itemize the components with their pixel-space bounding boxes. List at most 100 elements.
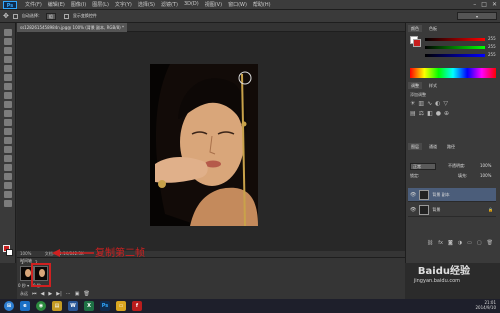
add-mask-icon[interactable]: ◙	[448, 240, 453, 248]
visibility-eye-icon[interactable]: 👁	[410, 207, 416, 213]
menu-edit[interactable]: 编辑(E)	[48, 1, 65, 8]
excel-icon[interactable]: X	[84, 301, 94, 311]
layer-row-selected[interactable]: 👁 背景 副本	[408, 188, 496, 202]
green-value[interactable]: 255	[488, 44, 496, 49]
vibrance-icon[interactable]: ▽	[443, 100, 448, 107]
menu-select[interactable]: 选择(S)	[138, 1, 155, 8]
tab-styles[interactable]: 样式	[426, 82, 440, 89]
zoom-level[interactable]: 100%	[20, 251, 31, 256]
tab-adjustments[interactable]: 调整	[408, 82, 422, 89]
maximize-icon[interactable]: □	[481, 1, 487, 8]
levels-icon[interactable]: ▥	[418, 100, 424, 107]
menu-help[interactable]: 帮助(H)	[253, 1, 271, 8]
eyedropper-tool-icon[interactable]	[4, 74, 12, 81]
menu-image[interactable]: 图像(I)	[71, 1, 86, 8]
pen-tool-icon[interactable]	[4, 155, 12, 162]
tab-swatches[interactable]: 色板	[426, 25, 440, 32]
channel-mixer-icon[interactable]: ⊕	[444, 110, 449, 117]
clone-stamp-tool-icon[interactable]	[4, 101, 12, 108]
new-adjustment-icon[interactable]: ◑	[458, 240, 462, 248]
explorer-icon[interactable]: ▤	[52, 301, 62, 311]
new-layer-icon[interactable]: ▢	[477, 240, 482, 248]
menu-filter[interactable]: 滤镜(T)	[161, 1, 178, 8]
layer-name[interactable]: 背景 副本	[432, 192, 449, 198]
delete-frame-icon[interactable]: 🗑	[84, 291, 90, 297]
tab-paths[interactable]: 路径	[444, 143, 458, 150]
color-swatch-fg[interactable]	[413, 39, 421, 47]
folder-icon[interactable]: ▭	[116, 301, 126, 311]
marquee-tool-icon[interactable]	[4, 38, 12, 45]
color-spectrum[interactable]	[410, 68, 496, 78]
workspace-switcher[interactable]: ▾	[457, 12, 497, 20]
menu-window[interactable]: 窗口(W)	[228, 1, 247, 8]
visibility-eye-icon[interactable]: 👁	[410, 192, 416, 198]
layer-row[interactable]: 👁 背景 🔒	[408, 203, 496, 217]
tab-channels[interactable]: 通道	[426, 143, 440, 150]
blur-tool-icon[interactable]	[4, 137, 12, 144]
menu-view[interactable]: 视图(V)	[205, 1, 222, 8]
green-slider[interactable]	[425, 46, 485, 49]
hand-tool-icon[interactable]	[4, 191, 12, 198]
delete-layer-icon[interactable]: 🗑	[487, 240, 493, 248]
new-group-icon[interactable]: ▭	[467, 240, 472, 248]
move-tool-icon[interactable]: ✥	[3, 12, 9, 20]
hue-saturation-icon[interactable]: ▤	[410, 110, 416, 117]
healing-brush-tool-icon[interactable]	[4, 83, 12, 90]
minimize-icon[interactable]: –	[473, 1, 476, 8]
auto-select-dropdown[interactable]: 组	[45, 12, 56, 20]
move-tool-icon[interactable]	[4, 29, 12, 36]
lasso-tool-icon[interactable]	[4, 47, 12, 54]
red-value[interactable]: 255	[488, 36, 496, 41]
blue-value[interactable]: 255	[488, 52, 496, 57]
color-balance-icon[interactable]: ⚖	[419, 110, 424, 117]
tween-icon[interactable]: ⋯	[66, 291, 71, 297]
background-color-swatch[interactable]	[6, 249, 13, 256]
black-white-icon[interactable]: ◧	[427, 110, 433, 117]
layer-name[interactable]: 背景	[432, 207, 440, 213]
fill-value[interactable]: 100%	[480, 173, 491, 178]
dodge-tool-icon[interactable]	[4, 146, 12, 153]
type-tool-icon[interactable]	[4, 164, 12, 171]
show-transform-checkbox[interactable]	[63, 13, 69, 19]
quick-select-tool-icon[interactable]	[4, 56, 12, 63]
gradient-tool-icon[interactable]	[4, 128, 12, 135]
flash-icon[interactable]: f	[132, 301, 142, 311]
eraser-tool-icon[interactable]	[4, 119, 12, 126]
photoshop-icon[interactable]: Ps	[100, 301, 110, 311]
chrome-icon[interactable]: ◉	[36, 301, 46, 311]
document-tab[interactable]: ss1282615458984n.jpg@ 100% (背景 副本, RGB/8…	[17, 23, 127, 32]
frame-delay[interactable]: 0 秒 ▾	[18, 283, 29, 289]
blend-mode-select[interactable]: 正常	[410, 163, 436, 170]
start-icon[interactable]: ⊞	[4, 301, 14, 311]
menu-type[interactable]: 文字(Y)	[115, 1, 132, 8]
system-clock[interactable]: 21:01 2014/9/10	[475, 300, 496, 310]
opacity-value[interactable]: 100%	[480, 163, 491, 168]
brush-tool-icon[interactable]	[4, 92, 12, 99]
auto-select-checkbox[interactable]	[12, 13, 18, 19]
duplicate-frame-icon[interactable]: ▣	[75, 291, 80, 297]
document-image[interactable]	[150, 64, 258, 226]
red-slider[interactable]	[425, 38, 485, 41]
menu-3d[interactable]: 3D(D)	[184, 1, 199, 8]
prev-frame-icon[interactable]: ◀	[41, 291, 45, 297]
ie-icon[interactable]: e	[20, 301, 30, 311]
shape-tool-icon[interactable]	[4, 182, 12, 189]
play-icon[interactable]: ▶	[48, 291, 52, 297]
link-layers-icon[interactable]: ⛓	[427, 240, 433, 248]
menu-layer[interactable]: 图层(L)	[92, 1, 109, 8]
layer-style-icon[interactable]: fx	[438, 240, 443, 248]
history-brush-tool-icon[interactable]	[4, 110, 12, 117]
loop-option[interactable]: 永远	[20, 291, 28, 297]
blue-slider[interactable]	[425, 54, 485, 57]
tab-color[interactable]: 颜色	[408, 25, 422, 32]
crop-tool-icon[interactable]	[4, 65, 12, 72]
word-icon[interactable]: W	[68, 301, 78, 311]
brightness-icon[interactable]: ☀	[410, 100, 415, 107]
menu-file[interactable]: 文件(F)	[25, 1, 42, 8]
photo-filter-icon[interactable]: ●	[436, 110, 441, 117]
next-frame-icon[interactable]: ▶|	[56, 291, 62, 297]
close-icon[interactable]: ✕	[492, 1, 497, 8]
tab-layers[interactable]: 图层	[408, 143, 422, 150]
zoom-tool-icon[interactable]	[4, 200, 12, 207]
exposure-icon[interactable]: ◐	[435, 100, 440, 107]
